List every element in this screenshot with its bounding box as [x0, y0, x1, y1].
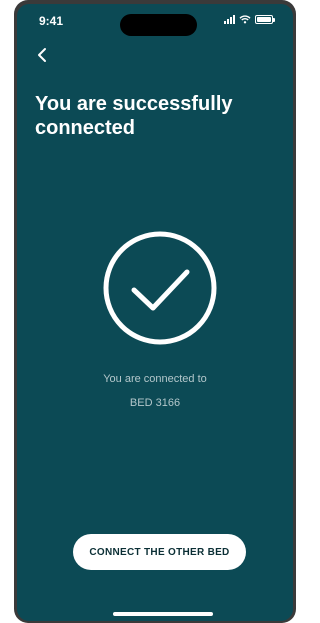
cellular-signal-icon	[224, 15, 235, 24]
connect-other-bed-button[interactable]: CONNECT THE OTHER BED	[73, 534, 246, 570]
check-circle-icon	[103, 231, 217, 345]
battery-level	[257, 17, 271, 22]
status-bar: 9:41	[17, 4, 293, 38]
chevron-left-icon	[38, 48, 46, 62]
dynamic-island	[120, 14, 197, 36]
connection-status-text: You are connected to	[103, 373, 207, 385]
screen: 9:41 You are successfully connected You …	[17, 4, 293, 621]
battery-icon	[255, 15, 275, 24]
status-icons	[224, 15, 275, 24]
bed-identifier: BED 3166	[129, 397, 181, 409]
back-button[interactable]	[29, 42, 55, 68]
status-time: 9:41	[39, 14, 64, 28]
home-indicator	[113, 612, 213, 616]
page-title: You are successfully connected	[35, 93, 233, 139]
wifi-icon	[239, 15, 251, 24]
